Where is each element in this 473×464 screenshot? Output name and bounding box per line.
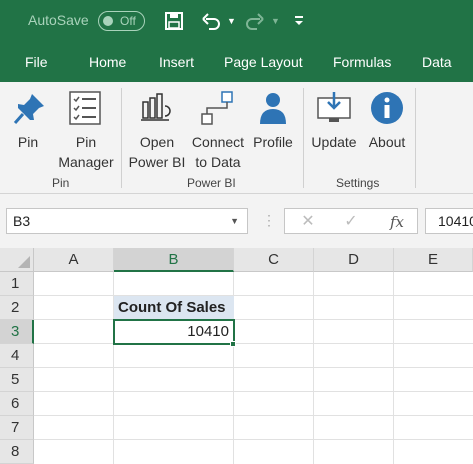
- row-header-3[interactable]: 3: [0, 320, 34, 344]
- group-label-settings: Settings: [336, 176, 380, 190]
- info-icon: [371, 92, 403, 124]
- column-header-c[interactable]: C: [234, 248, 314, 272]
- gridline: [34, 367, 473, 368]
- open-power-bi-label-2: Power BI: [128, 154, 186, 170]
- autosave-state: Off: [120, 14, 136, 28]
- redo-dropdown-icon[interactable]: ▼: [271, 16, 280, 26]
- pin-manager-label-2: Manager: [58, 154, 114, 170]
- tab-insert[interactable]: Insert: [159, 54, 194, 70]
- row-header-8[interactable]: 8: [0, 440, 34, 464]
- pin-icon: [13, 94, 44, 124]
- toggle-knob: [103, 16, 113, 26]
- cell-b2[interactable]: Count Of Sales: [114, 296, 234, 320]
- gridline: [393, 272, 394, 464]
- pin-manager-button[interactable]: Pin Manager: [56, 82, 116, 172]
- gridline: [34, 343, 473, 344]
- autosave-toggle[interactable]: Off: [98, 11, 145, 31]
- customize-toolbar-icon[interactable]: [288, 10, 310, 32]
- group-label-power-bi: Power BI: [187, 176, 236, 190]
- connect-to-data-label-2: to Data: [195, 154, 241, 170]
- chevron-down-icon[interactable]: ▼: [230, 209, 239, 233]
- gridline: [34, 319, 473, 320]
- formula-bar-grip[interactable]: ⋮: [262, 212, 276, 228]
- connect-icon: [201, 91, 233, 125]
- connect-to-data-label-1: Connect: [191, 134, 245, 150]
- column-header-e[interactable]: E: [394, 248, 473, 272]
- select-all-button[interactable]: [0, 248, 34, 272]
- cancel-icon[interactable]: ✕: [298, 212, 318, 232]
- profile-icon: [260, 93, 286, 124]
- row-header-5[interactable]: 5: [0, 368, 34, 392]
- pin-manager-label-1: Pin: [75, 134, 97, 150]
- select-all-triangle: [18, 256, 30, 268]
- undo-icon[interactable]: [200, 10, 222, 32]
- tab-file[interactable]: File: [25, 54, 48, 70]
- row-header-6[interactable]: 6: [0, 392, 34, 416]
- row-header-7[interactable]: 7: [0, 416, 34, 440]
- tab-data[interactable]: Data: [422, 54, 452, 70]
- open-power-bi-label-1: Open: [139, 134, 175, 150]
- gridline: [34, 415, 473, 416]
- group-separator: [121, 88, 122, 188]
- gridline: [313, 272, 314, 464]
- gridline: [34, 391, 473, 392]
- formula-buttons: ✕ ✓ fx: [284, 208, 418, 234]
- pin-label: Pin: [17, 134, 39, 150]
- about-label: About: [368, 134, 406, 150]
- column-header-a[interactable]: A: [34, 248, 114, 272]
- gridline: [34, 439, 473, 440]
- pin-button[interactable]: Pin: [0, 82, 56, 172]
- update-icon: [317, 92, 351, 122]
- title-bar: AutoSave Off ▼ ▼: [0, 0, 473, 42]
- group-label-pin: Pin: [52, 176, 70, 190]
- save-icon[interactable]: [163, 10, 185, 32]
- power-bi-icon: [141, 93, 171, 121]
- open-power-bi-button[interactable]: Open Power BI: [126, 82, 188, 172]
- about-button[interactable]: About: [362, 82, 412, 172]
- ribbon: Pin Pin Manager Pin Open Power BI Connec…: [0, 82, 473, 194]
- checklist-icon: [69, 91, 101, 125]
- enter-icon[interactable]: ✓: [341, 212, 361, 232]
- formula-input[interactable]: 10410: [425, 208, 473, 234]
- insert-function-icon[interactable]: fx: [387, 212, 407, 232]
- tab-home[interactable]: Home: [89, 54, 126, 70]
- row-header-1[interactable]: 1: [0, 272, 34, 296]
- ribbon-tabs: File Home Insert Page Layout Formulas Da…: [0, 42, 473, 82]
- group-separator: [415, 88, 416, 188]
- connect-to-data-button[interactable]: Connect to Data: [188, 82, 248, 172]
- fill-handle[interactable]: [230, 341, 236, 347]
- update-label: Update: [311, 134, 357, 150]
- name-box-value: B3: [13, 213, 31, 229]
- profile-button[interactable]: Profile: [248, 82, 298, 172]
- column-header-d[interactable]: D: [314, 248, 394, 272]
- formula-bar: B3 ▼ ⋮ ✕ ✓ fx 10410: [0, 194, 473, 248]
- column-header-b[interactable]: B: [114, 248, 234, 272]
- update-button[interactable]: Update: [306, 82, 362, 172]
- row-header-4[interactable]: 4: [0, 344, 34, 368]
- redo-icon[interactable]: [244, 10, 266, 32]
- row-header-2[interactable]: 2: [0, 296, 34, 320]
- tab-formulas[interactable]: Formulas: [333, 54, 391, 70]
- profile-label: Profile: [253, 134, 293, 150]
- worksheet-grid: A B C D E 1 2 3 4 5 6 7 8 Count Of Sales…: [0, 248, 473, 464]
- tab-page-layout[interactable]: Page Layout: [224, 54, 303, 70]
- cell-b3-selected[interactable]: 10410: [113, 319, 235, 345]
- name-box[interactable]: B3 ▼: [6, 208, 248, 234]
- gridline: [34, 295, 473, 296]
- undo-dropdown-icon[interactable]: ▼: [227, 16, 236, 26]
- autosave-label: AutoSave: [28, 12, 89, 28]
